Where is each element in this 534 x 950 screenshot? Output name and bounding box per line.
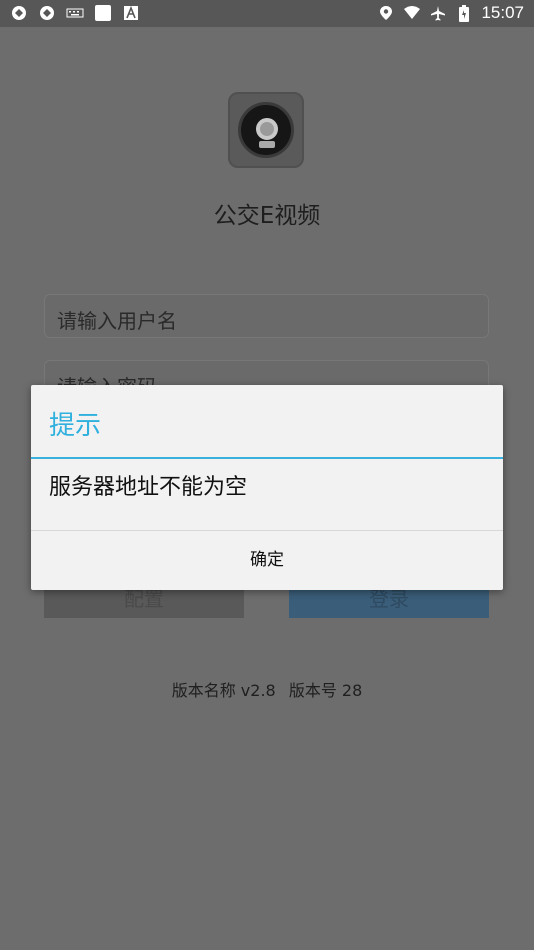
version-info: 版本名称 v2.8 版本号 28 xyxy=(0,677,534,701)
camera-icon xyxy=(238,102,294,158)
app-logo xyxy=(228,92,304,168)
confirm-button[interactable]: 确定 xyxy=(31,531,503,590)
version-name: 版本名称 v2.8 xyxy=(171,681,276,700)
alert-dialog: 提示 服务器地址不能为空 确定 xyxy=(31,385,503,590)
dialog-title: 提示 xyxy=(49,411,102,441)
location-icon xyxy=(377,4,395,22)
sync-icon xyxy=(10,4,28,22)
sync-icon xyxy=(38,4,56,22)
airplane-icon xyxy=(429,4,447,22)
app-title: 公交E视频 xyxy=(213,203,321,229)
square-icon xyxy=(94,4,112,22)
battery-icon xyxy=(455,4,473,22)
status-bar: 15:07 xyxy=(0,0,534,27)
status-time: 15:07 xyxy=(481,3,524,22)
version-code: 版本号 28 xyxy=(288,681,363,700)
username-input[interactable]: 请输入用户名 xyxy=(44,294,489,338)
text-a-icon xyxy=(122,4,140,22)
dialog-divider xyxy=(31,457,503,459)
wifi-icon xyxy=(403,4,421,22)
dialog-message: 服务器地址不能为空 xyxy=(49,475,248,500)
keyboard-icon xyxy=(66,4,84,22)
